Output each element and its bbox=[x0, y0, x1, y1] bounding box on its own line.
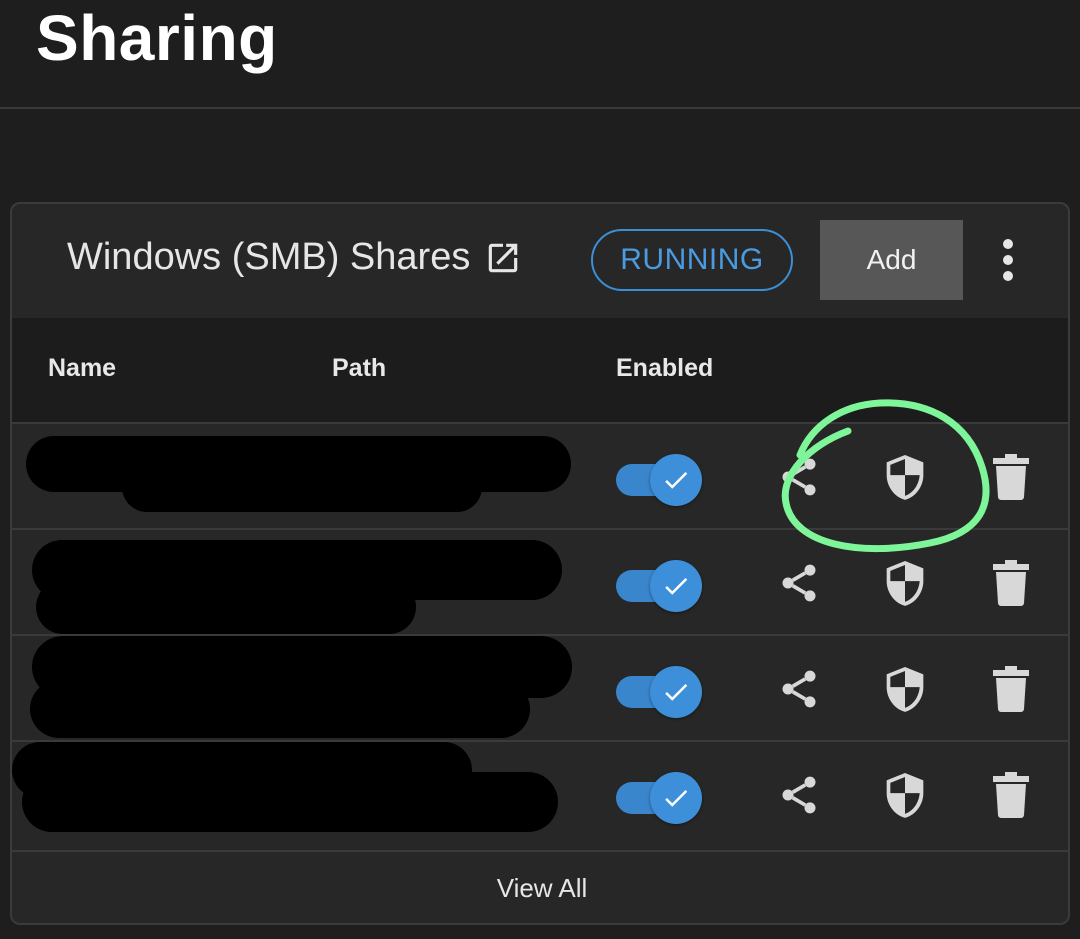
table-row bbox=[12, 422, 1068, 528]
table-row bbox=[12, 740, 1068, 846]
column-header-path[interactable]: Path bbox=[332, 354, 386, 383]
add-button[interactable]: Add bbox=[820, 220, 963, 300]
card-title[interactable]: Windows (SMB) Shares bbox=[67, 236, 522, 279]
share-icon[interactable] bbox=[776, 664, 822, 714]
share-icon[interactable] bbox=[776, 452, 822, 502]
view-all-button[interactable]: View All bbox=[12, 850, 1068, 923]
card-title-text: Windows (SMB) Shares bbox=[67, 236, 471, 278]
title-divider bbox=[0, 107, 1080, 109]
shield-icon[interactable] bbox=[882, 452, 928, 502]
check-icon bbox=[665, 578, 688, 595]
trash-icon[interactable] bbox=[988, 770, 1034, 820]
column-header-enabled[interactable]: Enabled bbox=[616, 354, 713, 383]
redacted-path bbox=[22, 772, 558, 832]
shield-icon[interactable] bbox=[882, 664, 928, 714]
redacted-path bbox=[36, 580, 416, 634]
smb-shares-card: Windows (SMB) Shares RUNNING Add Name Pa… bbox=[10, 202, 1070, 925]
table-row bbox=[12, 634, 1068, 740]
enabled-toggle[interactable] bbox=[616, 772, 702, 824]
shield-icon[interactable] bbox=[882, 558, 928, 608]
page-title: Sharing bbox=[36, 2, 278, 74]
redacted-path bbox=[122, 462, 482, 512]
shield-icon[interactable] bbox=[882, 770, 928, 820]
status-badge[interactable]: RUNNING bbox=[591, 229, 793, 291]
table-row bbox=[12, 528, 1068, 634]
share-icon[interactable] bbox=[776, 770, 822, 820]
check-icon bbox=[665, 472, 688, 489]
table-header: Name Path Enabled bbox=[12, 318, 1068, 422]
share-icon[interactable] bbox=[776, 558, 822, 608]
check-icon bbox=[665, 684, 688, 701]
trash-icon[interactable] bbox=[988, 558, 1034, 608]
check-icon bbox=[665, 790, 688, 807]
external-link-icon[interactable] bbox=[484, 239, 522, 277]
trash-icon[interactable] bbox=[988, 452, 1034, 502]
enabled-toggle[interactable] bbox=[616, 666, 702, 718]
enabled-toggle[interactable] bbox=[616, 454, 702, 506]
card-header: Windows (SMB) Shares RUNNING Add bbox=[12, 204, 1068, 318]
column-header-name[interactable]: Name bbox=[48, 354, 116, 383]
more-vertical-icon[interactable] bbox=[990, 232, 1026, 288]
enabled-toggle[interactable] bbox=[616, 560, 702, 612]
redacted-path bbox=[30, 680, 530, 738]
trash-icon[interactable] bbox=[988, 664, 1034, 714]
